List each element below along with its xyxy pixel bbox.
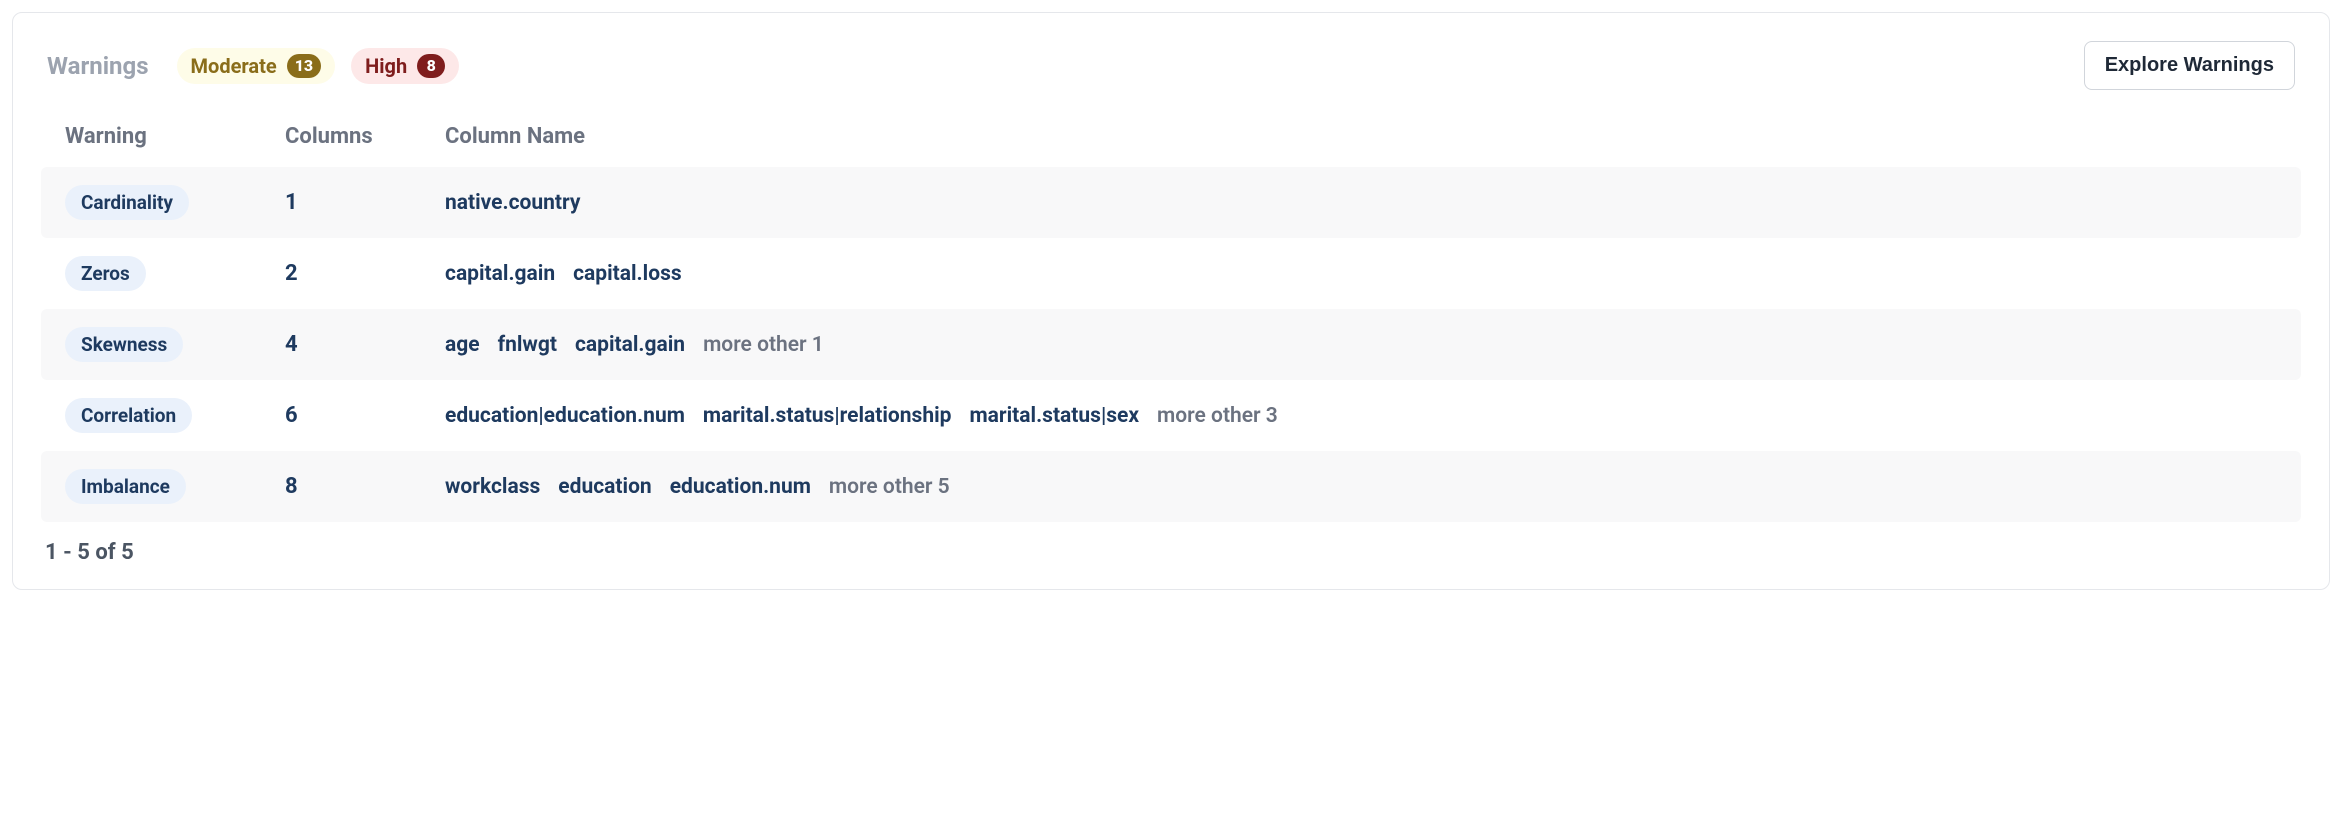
column-name-item[interactable]: age: [445, 333, 480, 357]
filter-pills: Moderate 13 High 8: [177, 48, 460, 84]
th-column-name: Column Name: [445, 124, 2277, 149]
warning-chip[interactable]: Zeros: [65, 256, 146, 291]
cell-column-names: age fnlwgt capital.gain more other 1: [445, 333, 2277, 357]
filter-moderate[interactable]: Moderate 13: [177, 48, 336, 84]
th-columns: Columns: [285, 124, 445, 149]
cell-column-count: 2: [285, 261, 445, 286]
table-row: Skewness 4age fnlwgt capital.gain more other…: [41, 309, 2301, 380]
filter-high-count: 8: [417, 54, 445, 78]
warning-chip[interactable]: Correlation: [65, 398, 192, 433]
column-name-item[interactable]: fnlwgt: [498, 333, 557, 357]
warning-chip[interactable]: Skewness: [65, 327, 183, 362]
cell-warning: Zeros: [65, 256, 285, 291]
filter-high-label: High: [365, 54, 407, 78]
cell-warning: Correlation: [65, 398, 285, 433]
table-row: Cardinality 1native.country: [41, 167, 2301, 238]
cell-column-count: 4: [285, 332, 445, 357]
table-row: Zeros 2capital.gain capital.loss: [41, 238, 2301, 309]
warning-chip[interactable]: Cardinality: [65, 185, 189, 220]
cell-warning: Imbalance: [65, 469, 285, 504]
warnings-card: Warnings Moderate 13 High 8 Explore Warn…: [12, 12, 2330, 590]
column-name-item[interactable]: education.num: [670, 475, 811, 499]
cell-column-names: education|education.num marital.status|re…: [445, 404, 2277, 428]
cell-column-count: 6: [285, 403, 445, 428]
column-name-item[interactable]: marital.status|relationship: [703, 404, 952, 428]
panel-title: Warnings: [47, 52, 149, 80]
th-warning: Warning: [65, 124, 285, 149]
header-row: Warnings Moderate 13 High 8 Explore Warn…: [41, 41, 2301, 90]
warnings-table: Warning Columns Column Name Cardinality 1…: [41, 110, 2301, 522]
header-left: Warnings Moderate 13 High 8: [47, 48, 459, 84]
table-body: Cardinality1native.countryZeros2capital.…: [41, 167, 2301, 522]
table-row: Correlation 6education|education.num marit…: [41, 380, 2301, 451]
column-name-item[interactable]: education: [558, 475, 651, 499]
cell-warning: Cardinality: [65, 185, 285, 220]
filter-high[interactable]: High 8: [351, 48, 459, 84]
column-name-item[interactable]: capital.loss: [573, 262, 682, 286]
cell-column-names: capital.gain capital.loss: [445, 262, 2277, 286]
warning-chip[interactable]: Imbalance: [65, 469, 186, 504]
column-name-item[interactable]: education|education.num: [445, 404, 685, 428]
column-name-item[interactable]: capital.gain: [575, 333, 685, 357]
cell-column-names: native.country: [445, 191, 2277, 215]
column-name-item[interactable]: capital.gain: [445, 262, 555, 286]
pagination-range: 1 - 5 of 5: [41, 540, 2301, 565]
more-other-link[interactable]: more other 3: [1157, 404, 1278, 428]
table-header: Warning Columns Column Name: [41, 110, 2301, 167]
cell-column-count: 8: [285, 474, 445, 499]
column-name-item[interactable]: marital.status|sex: [969, 404, 1139, 428]
cell-warning: Skewness: [65, 327, 285, 362]
cell-column-count: 1: [285, 190, 445, 215]
filter-moderate-label: Moderate: [191, 54, 277, 78]
column-name-item[interactable]: native.country: [445, 191, 581, 215]
more-other-link[interactable]: more other 5: [829, 475, 950, 499]
filter-moderate-count: 13: [287, 54, 321, 78]
table-row: Imbalance 8workclass education education.nu…: [41, 451, 2301, 522]
more-other-link[interactable]: more other 1: [703, 333, 824, 357]
cell-column-names: workclass education education.num more othe…: [445, 475, 2277, 499]
explore-warnings-button[interactable]: Explore Warnings: [2084, 41, 2295, 90]
column-name-item[interactable]: workclass: [445, 475, 540, 499]
